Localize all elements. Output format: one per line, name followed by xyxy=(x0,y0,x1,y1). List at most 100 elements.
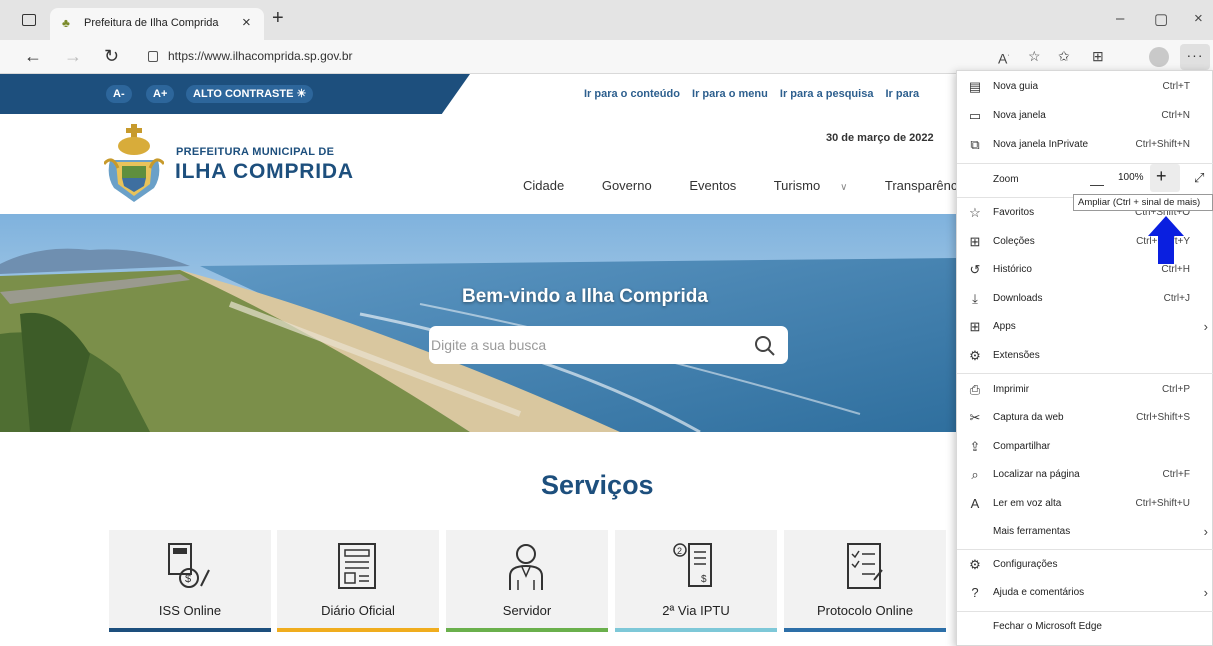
nav-item-turismo[interactable]: Turismo ∨ xyxy=(774,178,865,193)
tab-title: Prefeitura de Ilha Comprida xyxy=(84,17,219,29)
browser-tab[interactable]: ♣ Prefeitura de Ilha Comprida × xyxy=(50,8,264,40)
menu-divider xyxy=(957,549,1213,550)
chevron-right-icon: › xyxy=(1203,524,1208,539)
search-icon[interactable] xyxy=(753,334,777,358)
read-aloud-icon[interactable]: Aᐧ xyxy=(998,47,1009,68)
tab-actions-icon[interactable] xyxy=(22,14,36,26)
svg-text:2: 2 xyxy=(677,546,682,556)
zoom-in-button[interactable]: + xyxy=(1156,166,1167,187)
skip-link-search[interactable]: Ir para a pesquisa xyxy=(780,88,874,100)
settings-more-button[interactable]: ··· xyxy=(1180,44,1210,70)
nav-label: Cidade xyxy=(523,178,565,193)
hero-banner: Bem-vindo a Ilha Comprida xyxy=(0,214,956,432)
service-label: ISS Online xyxy=(158,603,222,618)
service-label: Servidor xyxy=(502,603,552,618)
nav-label: Eventos xyxy=(689,178,737,193)
service-card-diario-oficial[interactable]: Diário Oficial xyxy=(277,530,439,632)
menu-item-find[interactable]: ⌕ Localizar na página Ctrl+F xyxy=(957,461,1213,489)
skip-link-content[interactable]: Ir para o conteúdo xyxy=(584,88,680,100)
zoom-out-button[interactable]: — xyxy=(1090,176,1104,192)
org-name[interactable]: ILHA COMPRIDA xyxy=(175,160,354,184)
collections-icon: ⊞ xyxy=(969,234,981,249)
favorites-icon[interactable]: ✩ xyxy=(1058,47,1070,65)
services-heading: Serviços xyxy=(541,470,654,500)
nav-label: Governo xyxy=(601,178,652,193)
zoom-in-tooltip: Ampliar (Ctrl + sinal de mais) xyxy=(1073,194,1213,211)
menu-item-new-tab[interactable]: ▤ Nova guia Ctrl+T xyxy=(957,73,1213,101)
extensions-icon: ⚙ xyxy=(969,348,981,363)
menu-item-label: Nova janela InPrivate xyxy=(993,139,1089,150)
skip-link-menu[interactable]: Ir para o menu xyxy=(692,88,768,100)
menu-item-label: Configurações xyxy=(993,559,1058,570)
menu-item-help[interactable]: ? Ajuda e comentários › xyxy=(957,579,1213,607)
share-icon: ⇪ xyxy=(969,439,981,454)
back-button[interactable]: ← xyxy=(24,46,42,66)
new-tab-icon: ▤ xyxy=(968,79,982,94)
service-card-servidor[interactable]: Servidor xyxy=(446,530,608,632)
tab-close-icon[interactable]: × xyxy=(242,14,251,31)
nav-label: Transparência xyxy=(884,178,956,193)
nav-item-governo[interactable]: Governo xyxy=(602,178,669,193)
help-icon: ? xyxy=(971,585,979,600)
menu-item-share[interactable]: ⇪ Compartilhar xyxy=(957,433,1213,461)
collections-icon[interactable]: ⊞ xyxy=(1092,47,1104,65)
close-window-button[interactable]: × xyxy=(1194,10,1203,27)
svg-text:$: $ xyxy=(701,574,707,585)
main-navigation: Cidade Governo Eventos Turismo ∨ Transpar… xyxy=(523,178,956,193)
nav-item-cidade[interactable]: Cidade xyxy=(523,178,581,193)
search-input[interactable] xyxy=(431,329,731,361)
add-favorite-icon[interactable]: ☆ xyxy=(1028,47,1041,65)
menu-item-label: Favoritos xyxy=(993,207,1035,218)
high-contrast-button[interactable]: ALTO CONTRASTE ☀ xyxy=(186,85,314,103)
nav-item-transparencia[interactable]: Transparência∨ xyxy=(885,178,956,193)
skip-link-more[interactable]: Ir para xyxy=(886,88,920,100)
forward-button[interactable]: → xyxy=(64,46,82,66)
iptu-bill-icon: 2 $ xyxy=(673,543,712,587)
menu-item-close-edge[interactable]: Fechar o Microsoft Edge xyxy=(957,613,1213,641)
menu-item-shortcut: Ctrl+Shift+S xyxy=(1136,412,1190,423)
tab-bar: ♣ Prefeitura de Ilha Comprida × + – ▢ × xyxy=(0,0,1213,40)
site-favicon-icon: ♣ xyxy=(62,16,70,30)
decrease-font-button[interactable]: A- xyxy=(106,85,132,103)
service-accent-bar xyxy=(615,628,777,632)
menu-item-label: Mais ferramentas xyxy=(993,526,1071,537)
menu-item-label: Captura da web xyxy=(993,412,1064,423)
lock-icon[interactable] xyxy=(148,51,158,62)
menu-item-print[interactable]: ⎙ Imprimir Ctrl+P xyxy=(957,376,1213,404)
refresh-button[interactable]: ↻ xyxy=(104,46,119,66)
menu-item-new-window[interactable]: ▭ Nova janela Ctrl+N xyxy=(957,102,1213,130)
menu-item-apps[interactable]: ⊞ Apps › xyxy=(957,313,1213,341)
iss-calculator-icon: $ xyxy=(168,543,210,588)
menu-item-read-aloud[interactable]: A Ler em voz alta Ctrl+Shift+U xyxy=(957,490,1213,518)
menu-item-label: Downloads xyxy=(993,293,1043,304)
nav-item-eventos[interactable]: Eventos xyxy=(689,178,753,193)
minimize-button[interactable]: – xyxy=(1116,10,1124,27)
favorites-icon: ☆ xyxy=(969,205,981,220)
history-icon: ↺ xyxy=(969,262,981,277)
menu-item-new-inprivate[interactable]: ⧉ Nova janela InPrivate Ctrl+Shift+N xyxy=(957,131,1213,159)
web-capture-icon: ✂ xyxy=(969,410,981,425)
menu-item-label: Localizar na página xyxy=(993,469,1080,480)
menu-item-web-capture[interactable]: ✂ Captura da web Ctrl+Shift+S xyxy=(957,404,1213,432)
checklist-icon xyxy=(847,543,883,589)
new-tab-button[interactable]: + xyxy=(272,8,284,28)
menu-item-downloads[interactable]: ⤓ Downloads Ctrl+J xyxy=(957,285,1213,313)
url-field[interactable]: https://www.ilhacomprida.sp.gov.br xyxy=(168,49,353,63)
coat-of-arms-logo[interactable] xyxy=(104,124,164,206)
service-card-protocolo-online[interactable]: Protocolo Online xyxy=(784,530,946,632)
menu-item-extensions[interactable]: ⚙ Extensões xyxy=(957,342,1213,370)
service-label: Protocolo Online xyxy=(816,603,914,618)
menu-item-label: Extensões xyxy=(993,350,1040,361)
menu-item-shortcut: Ctrl+J xyxy=(1163,293,1190,304)
search-box xyxy=(429,326,788,364)
menu-item-settings[interactable]: ⚙ Configurações xyxy=(957,551,1213,579)
increase-font-button[interactable]: A+ xyxy=(146,85,175,103)
profile-avatar[interactable] xyxy=(1149,47,1169,67)
fullscreen-icon[interactable]: ⤢ xyxy=(1194,170,1204,186)
read-aloud-icon: A xyxy=(970,496,980,511)
svg-text:$: $ xyxy=(185,573,191,585)
service-card-iss-online[interactable]: $ ISS Online xyxy=(109,530,271,632)
menu-item-more-tools[interactable]: Mais ferramentas › xyxy=(957,518,1213,546)
service-card-iptu[interactable]: 2 $ 2ª Via IPTU xyxy=(615,530,777,632)
restore-button[interactable]: ▢ xyxy=(1154,10,1168,28)
